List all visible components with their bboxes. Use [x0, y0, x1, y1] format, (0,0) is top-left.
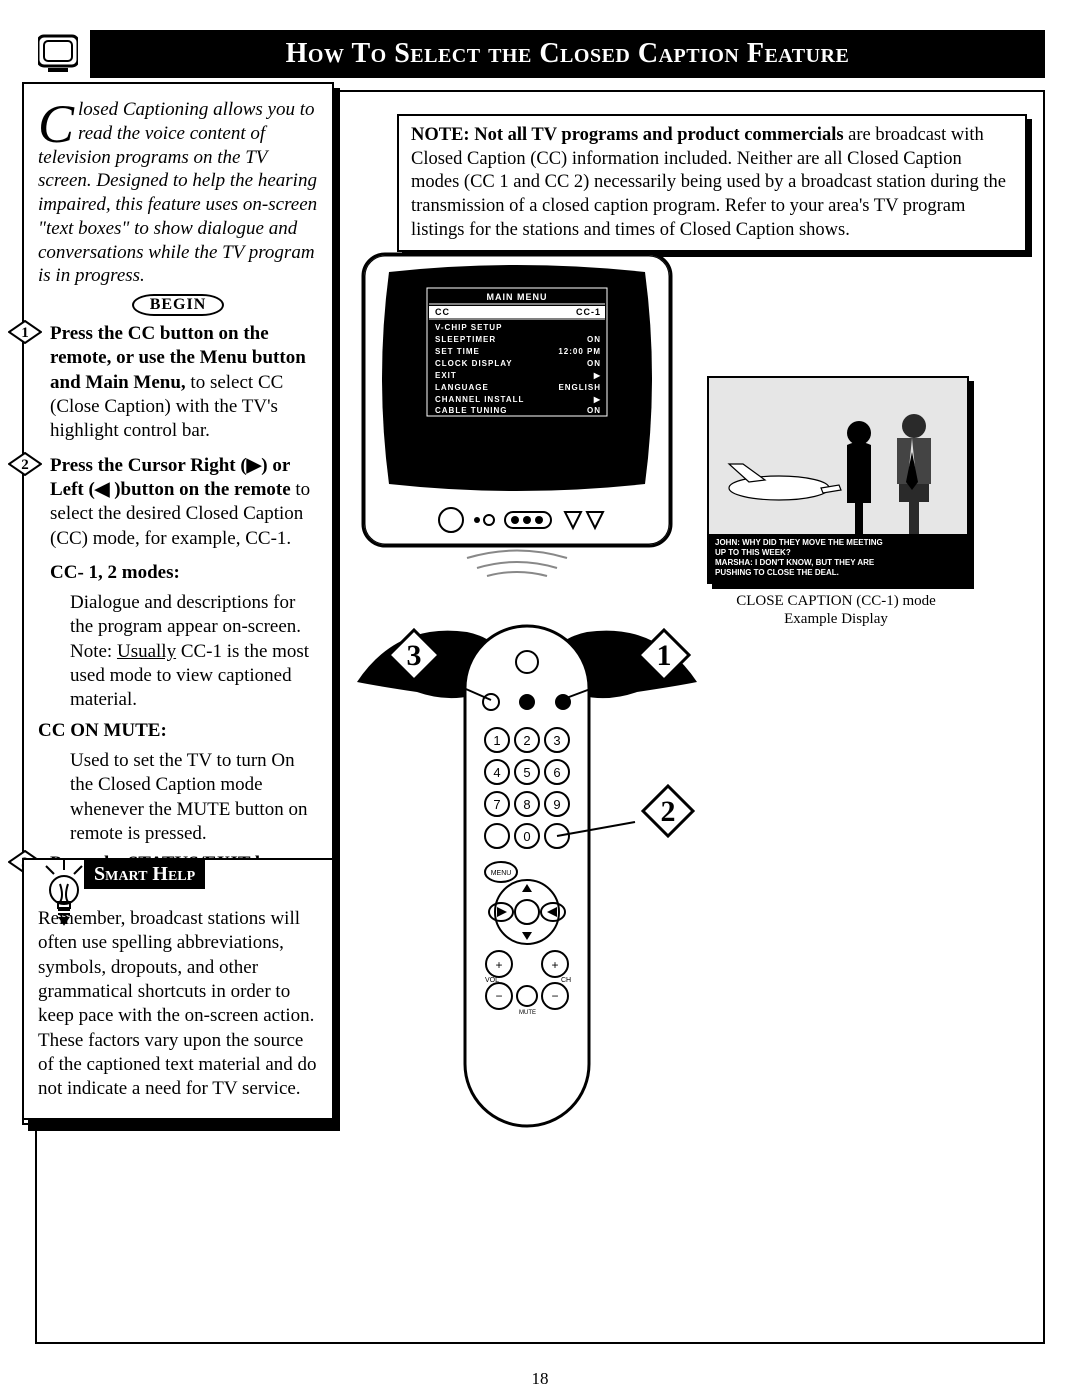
intro-text: Closed Captioning allows you to read the… [38, 98, 318, 288]
smart-help-title: Smart Help [84, 860, 205, 889]
svg-text:6: 6 [553, 765, 560, 780]
svg-text:SET TIME: SET TIME [435, 347, 480, 356]
note-bold: NOTE: Not all TV programs and product co… [411, 125, 844, 145]
svg-text:MUTE: MUTE [519, 1010, 536, 1016]
svg-text:MAIN MENU: MAIN MENU [487, 292, 548, 302]
svg-text:12:00 PM: 12:00 PM [558, 347, 601, 356]
step-number-2: 2 [8, 452, 42, 476]
svg-text:2: 2 [21, 457, 29, 473]
note-box: NOTE: Not all TV programs and product co… [397, 114, 1027, 252]
svg-text:3: 3 [407, 639, 422, 672]
svg-text:4: 4 [493, 765, 500, 780]
svg-text:2: 2 [523, 733, 530, 748]
svg-text:7: 7 [493, 797, 500, 812]
cc-modes-heading: CC- 1, 2 modes: [38, 561, 318, 585]
svg-text:+: + [551, 958, 558, 972]
svg-text:2: 2 [661, 795, 676, 828]
tv-illustration: MAIN MENU CC CC-1 V-CHIP SETUP SLEEPTIME… [357, 248, 683, 578]
svg-text:ON: ON [587, 359, 601, 368]
svg-text:▶: ▶ [593, 371, 601, 380]
svg-text:−: − [551, 989, 558, 1003]
svg-text:EXIT: EXIT [435, 371, 457, 380]
callout-1: 1 [637, 628, 691, 682]
svg-text:VOL: VOL [485, 977, 499, 984]
smart-help-box: Smart Help Remember, broadcast stations … [22, 858, 334, 1120]
cursor-left-icon: ◀ [95, 479, 110, 500]
svg-text:+: + [495, 958, 502, 972]
step-number-1: 1 [8, 320, 42, 344]
cursor-right-icon: ▶ [247, 455, 262, 476]
cc-mute-heading: CC ON MUTE: [38, 719, 318, 743]
svg-text:CABLE TUNING: CABLE TUNING [435, 406, 507, 415]
svg-text:1: 1 [21, 325, 29, 341]
svg-text:CC-1: CC-1 [576, 307, 601, 317]
svg-text:LANGUAGE: LANGUAGE [435, 383, 489, 392]
tv-corner-icon [38, 30, 78, 72]
lightbulb-icon [40, 860, 88, 930]
svg-text:MENU: MENU [491, 870, 512, 877]
svg-text:0: 0 [523, 829, 530, 844]
svg-text:8: 8 [523, 797, 530, 812]
svg-text:CC: CC [435, 307, 450, 317]
example-photo-caption: CLOSE CAPTION (CC-1) mode Example Displa… [707, 592, 965, 628]
svg-text:3: 3 [553, 733, 560, 748]
step-1: 1 Press the CC button on the remote, or … [38, 322, 318, 444]
svg-text:▶: ▶ [593, 395, 601, 404]
svg-text:−: − [495, 989, 502, 1003]
svg-text:1: 1 [657, 639, 672, 672]
svg-text:ENGLISH: ENGLISH [558, 383, 601, 392]
page-title: How To Select the Closed Caption Feature [90, 30, 1045, 78]
svg-text:V-CHIP SETUP: V-CHIP SETUP [435, 323, 502, 332]
svg-text:CHANNEL INSTALL: CHANNEL INSTALL [435, 395, 524, 404]
svg-text:SLEEPTIMER: SLEEPTIMER [435, 335, 496, 344]
example-photo: JOHN: WHY DID THEY MOVE THE MEETING UP T… [707, 376, 969, 584]
step-2: 2 Press the Cursor Right (▶) or Left (◀ … [38, 454, 318, 551]
cc-mute-text: Used to set the TV to turn On the Closed… [38, 749, 318, 846]
smart-help-text: Remember, broadcast stations will often … [38, 907, 318, 1102]
svg-text:1: 1 [493, 733, 500, 748]
cc-overlay: JOHN: WHY DID THEY MOVE THE MEETING UP T… [709, 534, 967, 582]
callout-3: 3 [387, 628, 441, 682]
page-number: 18 [0, 1369, 1080, 1389]
svg-text:ON: ON [587, 335, 601, 344]
svg-text:5: 5 [523, 765, 530, 780]
svg-text:CH: CH [561, 977, 571, 984]
dropcap: C [38, 98, 78, 145]
svg-text:CLOCK DISPLAY: CLOCK DISPLAY [435, 359, 513, 368]
callout-2: 2 [641, 784, 695, 838]
begin-marker: BEGIN [132, 294, 224, 316]
svg-text:9: 9 [553, 797, 560, 812]
cc-modes-text: Dialogue and descriptions for the progra… [38, 591, 318, 713]
svg-text:ON: ON [587, 406, 601, 415]
